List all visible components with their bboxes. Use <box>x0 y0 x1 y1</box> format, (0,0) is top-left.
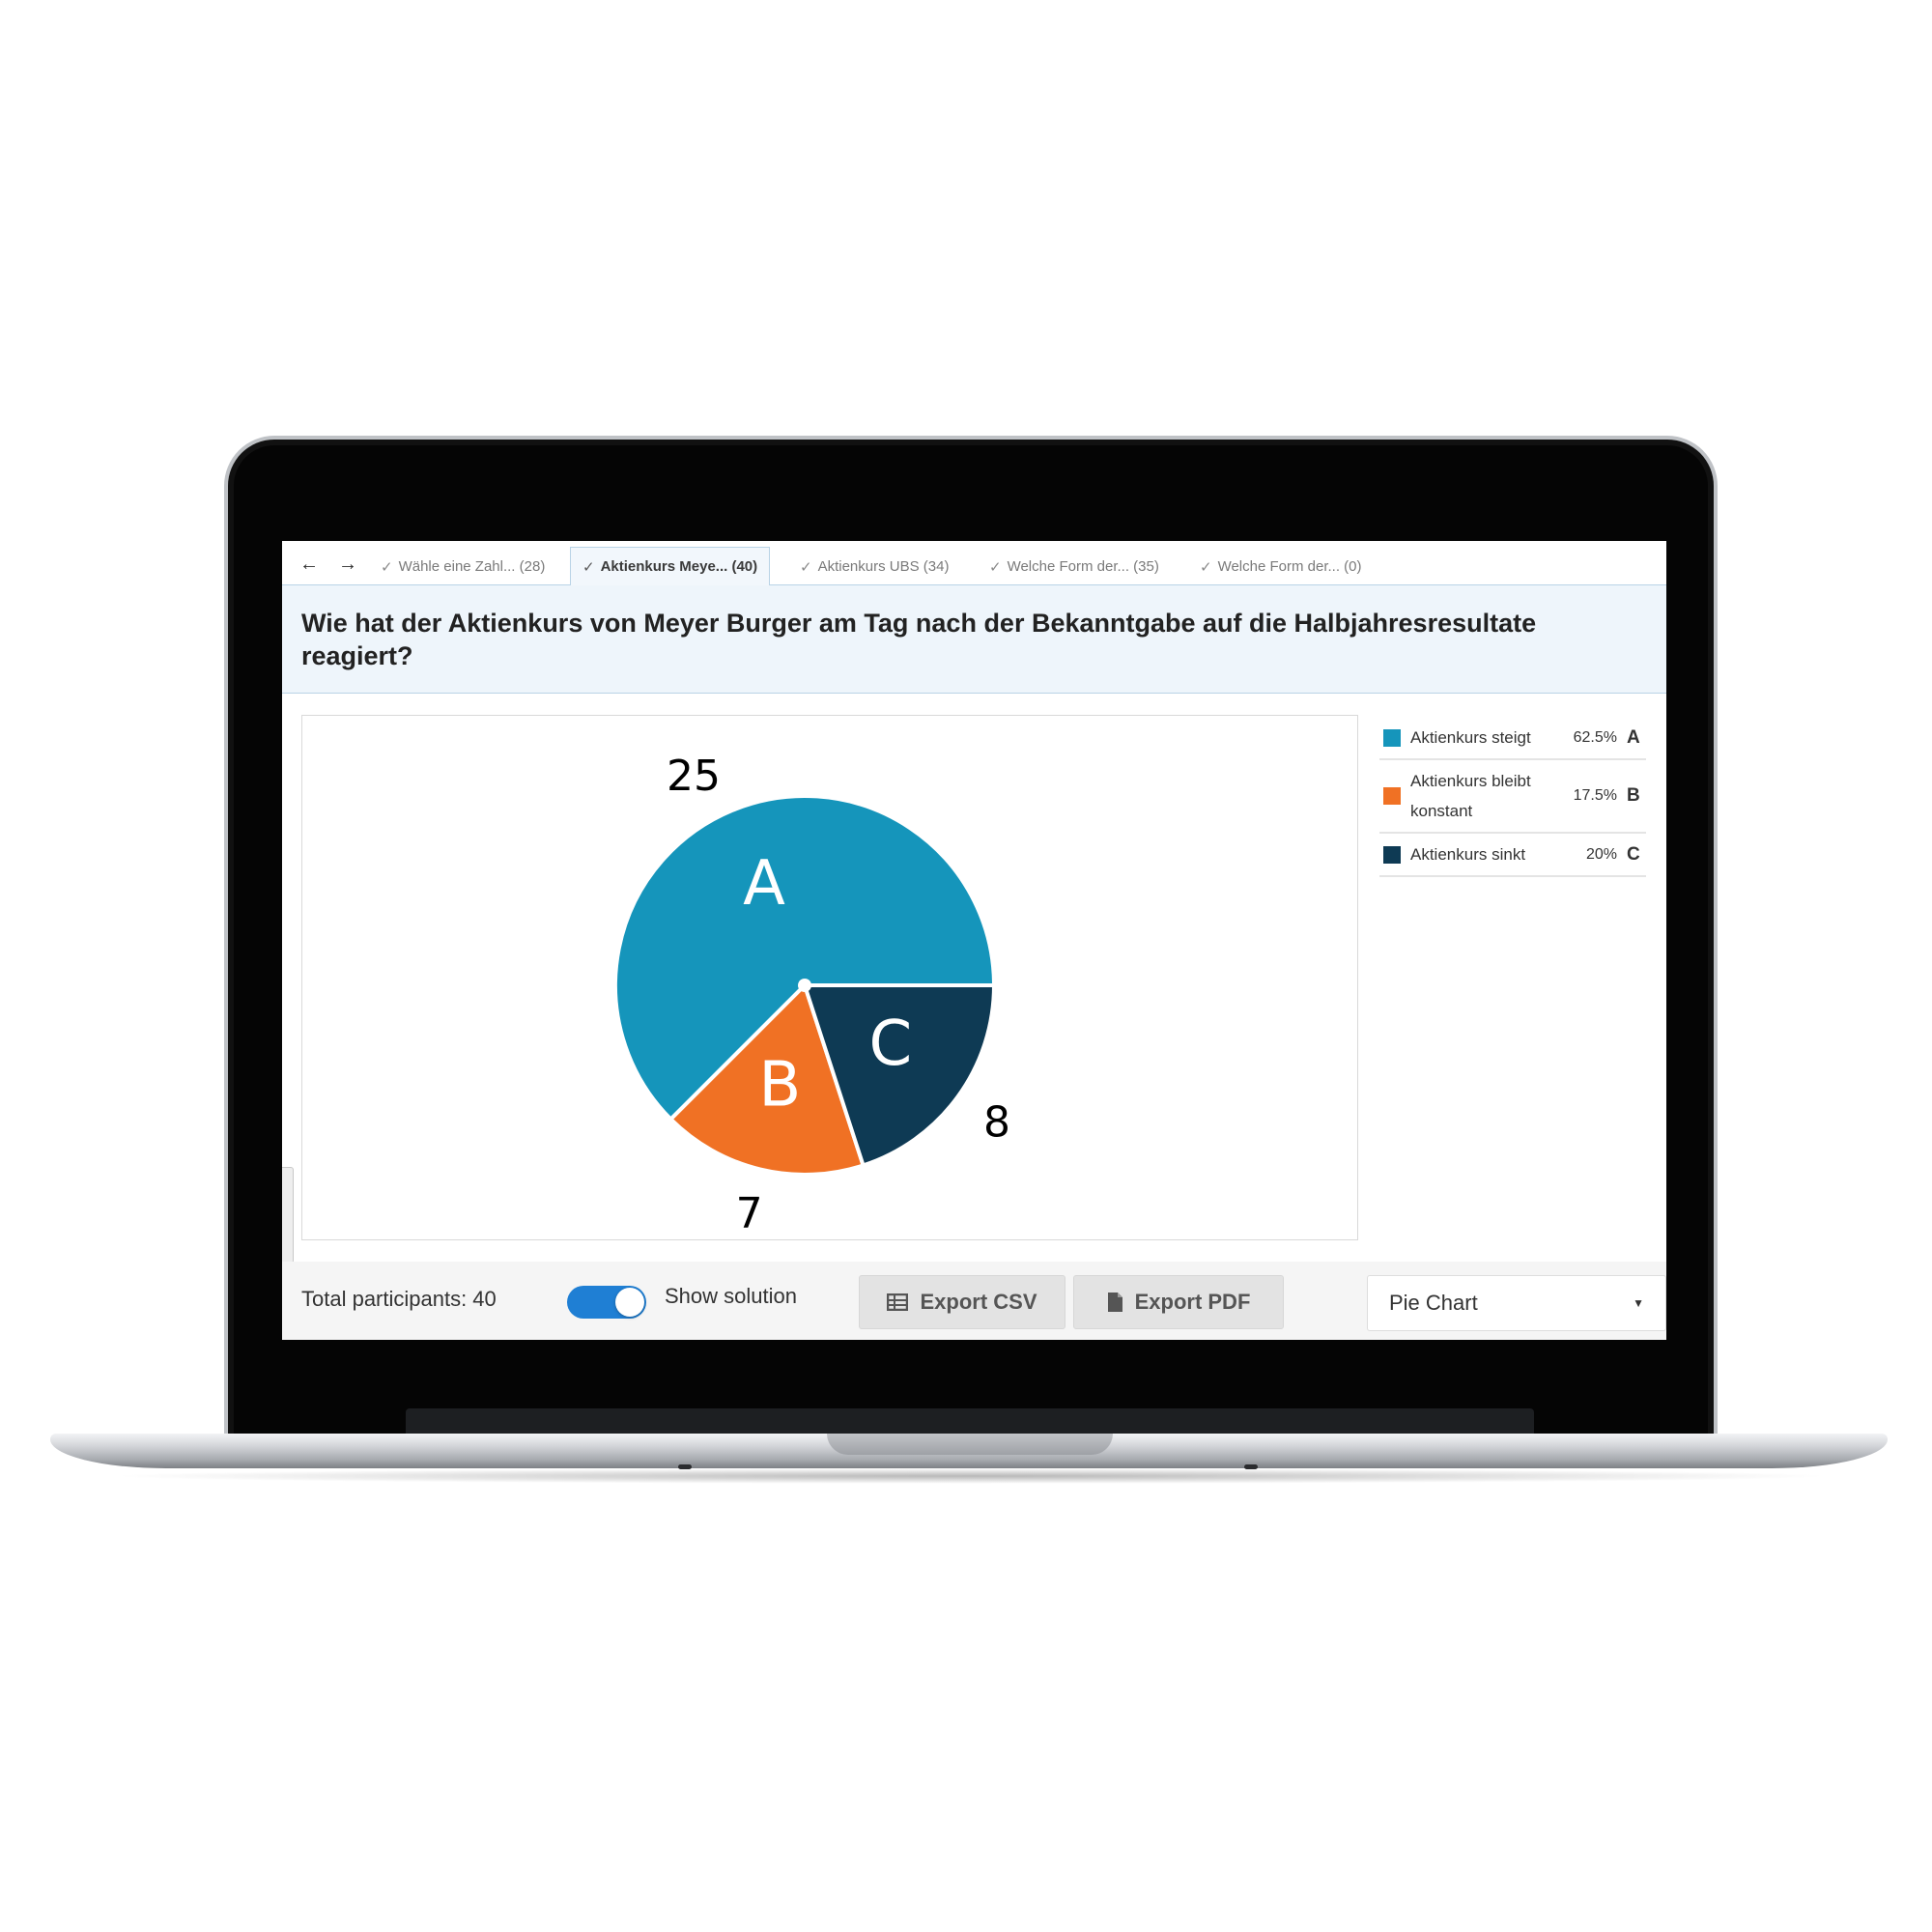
check-icon: ✓ <box>800 558 812 576</box>
pie-chart-panel: A 25 B 7 C 8 <box>301 715 1358 1240</box>
laptop-foot <box>678 1464 692 1469</box>
tab-question-3[interactable]: ✓ Aktienkurs UBS (34) <box>788 547 960 586</box>
tab-question-4[interactable]: ✓ Welche Form der... (35) <box>978 547 1171 586</box>
caret-down-icon: ▼ <box>1633 1296 1644 1310</box>
toggle-knob <box>615 1288 644 1317</box>
show-solution-label: Show solution <box>665 1284 797 1308</box>
laptop-base-notch <box>827 1434 1113 1455</box>
chart-legend: Aktienkurs steigt 62.5% A Aktienkurs ble… <box>1379 717 1646 877</box>
tab-label: Aktienkurs UBS (34) <box>817 558 950 575</box>
legend-label: Aktienkurs sinkt <box>1410 845 1526 864</box>
legend-percent: 62.5% <box>1573 728 1617 746</box>
tab-question-2[interactable]: ✓ Aktienkurs Meye... (40) <box>570 547 771 586</box>
check-icon: ✓ <box>989 558 1002 576</box>
pie-slice-letter: C <box>868 1009 912 1080</box>
participants-count: Total participants: 40 <box>301 1287 497 1311</box>
chart-type-select[interactable]: Pie Chart ▼ <box>1367 1275 1666 1331</box>
export-pdf-button[interactable]: Export PDF <box>1073 1275 1284 1329</box>
tab-label: Welche Form der... (0) <box>1217 558 1362 575</box>
legend-swatch <box>1383 787 1401 805</box>
pie-slice-count: 7 <box>736 1189 763 1238</box>
legend-item-a: Aktienkurs steigt 62.5% A <box>1379 717 1646 760</box>
chart-type-value: Pie Chart <box>1389 1291 1478 1315</box>
check-icon: ✓ <box>381 558 393 576</box>
legend-item-b: Aktienkurs bleibt konstant 17.5% B <box>1379 760 1646 834</box>
export-csv-label: Export CSV <box>920 1290 1037 1314</box>
show-solution-toggle[interactable] <box>567 1286 646 1319</box>
check-icon: ✓ <box>582 558 595 576</box>
legend-percent: 17.5% <box>1573 787 1617 804</box>
legend-swatch <box>1383 728 1401 747</box>
laptop-foot <box>1244 1464 1258 1469</box>
app-screen: ← → ✓ Wähle eine Zahl... (28) ✓ Aktienku… <box>282 541 1666 1340</box>
question-tab-bar: ← → ✓ Wähle eine Zahl... (28) ✓ Aktienku… <box>282 541 1666 586</box>
pie-slice-count: 8 <box>983 1098 1010 1148</box>
pie-slice-letter: A <box>743 848 785 920</box>
tab-label: Aktienkurs Meye... (40) <box>600 558 758 575</box>
legend-item-c: Aktienkurs sinkt 20% C <box>1379 834 1646 877</box>
export-pdf-label: Export PDF <box>1134 1290 1251 1314</box>
legend-swatch <box>1383 845 1401 864</box>
legend-letter: B <box>1627 785 1640 806</box>
legend-label: Aktienkurs bleibt konstant <box>1410 772 1531 820</box>
tab-label: Welche Form der... (35) <box>1007 558 1159 575</box>
tab-question-1[interactable]: ✓ Wähle eine Zahl... (28) <box>369 547 556 586</box>
legend-letter: A <box>1627 726 1640 748</box>
export-csv-button[interactable]: Export CSV <box>859 1275 1065 1329</box>
pie-slice-count: 25 <box>667 752 721 801</box>
tab-question-5[interactable]: ✓ Welche Form der... (0) <box>1188 547 1374 586</box>
check-icon: ✓ <box>1200 558 1212 576</box>
table-icon <box>887 1293 909 1311</box>
legend-label: Aktienkurs steigt <box>1410 728 1531 747</box>
tab-label: Wähle eine Zahl... (28) <box>398 558 546 575</box>
legend-percent: 20% <box>1585 845 1617 863</box>
laptop-shadow <box>106 1468 1835 1484</box>
question-title: Wie hat der Aktienkurs von Meyer Burger … <box>282 585 1666 694</box>
side-panel-handle[interactable] <box>282 1167 294 1264</box>
file-icon <box>1107 1293 1122 1312</box>
pie-slice-letter: B <box>758 1049 801 1121</box>
arrow-left-icon[interactable]: ← <box>298 553 321 576</box>
pie-chart: A 25 B 7 C 8 <box>613 752 1010 1238</box>
results-footer: Total participants: 40 Show solution Exp… <box>282 1262 1666 1340</box>
pie-center-dot <box>798 979 811 992</box>
arrow-right-icon[interactable]: → <box>336 553 359 576</box>
legend-letter: C <box>1627 843 1640 865</box>
